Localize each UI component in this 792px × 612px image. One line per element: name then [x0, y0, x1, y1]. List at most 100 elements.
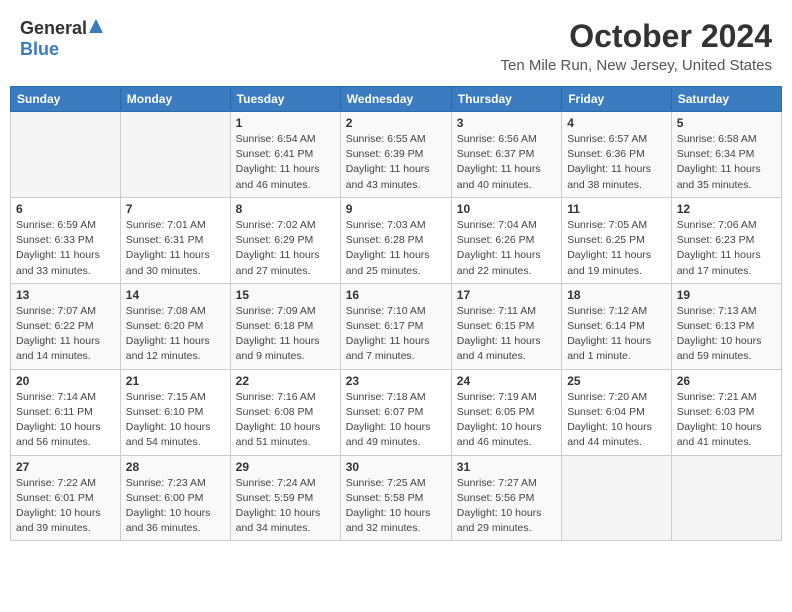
- day-info: Sunrise: 7:21 AM Sunset: 6:03 PM Dayligh…: [677, 390, 776, 451]
- calendar-cell: 22 Sunrise: 7:16 AM Sunset: 6:08 PM Dayli…: [230, 369, 340, 455]
- day-info: Sunrise: 7:13 AM Sunset: 6:13 PM Dayligh…: [677, 304, 776, 365]
- calendar-cell: 20 Sunrise: 7:14 AM Sunset: 6:11 PM Dayli…: [11, 369, 121, 455]
- day-info: Sunrise: 6:54 AM Sunset: 6:41 PM Dayligh…: [236, 132, 335, 193]
- calendar-cell: 7Sunrise: 7:01 AM Sunset: 6:31 PM Daylig…: [120, 197, 230, 283]
- calendar-cell: 6 Sunrise: 6:59 AM Sunset: 6:33 PM Daylig…: [11, 197, 121, 283]
- calendar-cell: 30 Sunrise: 7:25 AM Sunset: 5:58 PM Dayli…: [340, 455, 451, 541]
- calendar-cell: 28 Sunrise: 7:23 AM Sunset: 6:00 PM Dayli…: [120, 455, 230, 541]
- calendar-cell: 14Sunrise: 7:08 AM Sunset: 6:20 PM Dayli…: [120, 283, 230, 369]
- day-info: Sunrise: 7:20 AM Sunset: 6:04 PM Dayligh…: [567, 390, 666, 451]
- day-info: Sunrise: 7:23 AM Sunset: 6:00 PM Dayligh…: [126, 476, 225, 537]
- calendar-cell: [562, 455, 672, 541]
- calendar-cell: 5 Sunrise: 6:58 AM Sunset: 6:34 PM Daylig…: [671, 112, 781, 198]
- calendar-cell: 4 Sunrise: 6:57 AM Sunset: 6:36 PM Daylig…: [562, 112, 672, 198]
- day-number: 7: [126, 202, 225, 216]
- day-number: 3: [457, 116, 556, 130]
- calendar-cell: 24 Sunrise: 7:19 AM Sunset: 6:05 PM Dayli…: [451, 369, 561, 455]
- day-info: Sunrise: 7:18 AM Sunset: 6:07 PM Dayligh…: [346, 390, 446, 451]
- calendar-cell: 8 Sunrise: 7:02 AM Sunset: 6:29 PM Daylig…: [230, 197, 340, 283]
- day-number: 11: [567, 202, 666, 216]
- day-number: 30: [346, 460, 446, 474]
- day-info: Sunrise: 7:03 AM Sunset: 6:28 PM Dayligh…: [346, 218, 446, 279]
- calendar-cell: 25 Sunrise: 7:20 AM Sunset: 6:04 PM Dayli…: [562, 369, 672, 455]
- day-number: 8: [236, 202, 335, 216]
- day-number: 10: [457, 202, 556, 216]
- day-info: Sunrise: 7:06 AM Sunset: 6:23 PM Dayligh…: [677, 218, 776, 279]
- day-info: Sunrise: 7:11 AM Sunset: 6:15 PM Dayligh…: [457, 304, 556, 365]
- day-number: 29: [236, 460, 335, 474]
- day-of-week-header: Friday: [562, 87, 672, 112]
- day-info: Sunrise: 7:05 AM Sunset: 6:25 PM Dayligh…: [567, 218, 666, 279]
- day-info: Sunrise: 7:12 AM Sunset: 6:14 PM Dayligh…: [567, 304, 666, 365]
- calendar-week-row: 6 Sunrise: 6:59 AM Sunset: 6:33 PM Daylig…: [11, 197, 782, 283]
- day-info: Sunrise: 7:14 AM Sunset: 6:11 PM Dayligh…: [16, 390, 115, 451]
- page-header: General Blue October 2024 Ten Mile Run, …: [10, 10, 782, 78]
- day-info: Sunrise: 7:25 AM Sunset: 5:58 PM Dayligh…: [346, 476, 446, 537]
- day-of-week-header: Monday: [120, 87, 230, 112]
- calendar-week-row: 20 Sunrise: 7:14 AM Sunset: 6:11 PM Dayli…: [11, 369, 782, 455]
- calendar-cell: 12Sunrise: 7:06 AM Sunset: 6:23 PM Dayli…: [671, 197, 781, 283]
- day-number: 1: [236, 116, 335, 130]
- logo-blue-text: Blue: [20, 39, 59, 59]
- day-number: 28: [126, 460, 225, 474]
- day-info: Sunrise: 6:55 AM Sunset: 6:39 PM Dayligh…: [346, 132, 446, 193]
- calendar-cell: 18 Sunrise: 7:12 AM Sunset: 6:14 PM Dayli…: [562, 283, 672, 369]
- day-info: Sunrise: 7:10 AM Sunset: 6:17 PM Dayligh…: [346, 304, 446, 365]
- calendar-cell: 15Sunrise: 7:09 AM Sunset: 6:18 PM Dayli…: [230, 283, 340, 369]
- calendar-cell: 27 Sunrise: 7:22 AM Sunset: 6:01 PM Dayli…: [11, 455, 121, 541]
- calendar-week-row: 1 Sunrise: 6:54 AM Sunset: 6:41 PM Daylig…: [11, 112, 782, 198]
- day-number: 26: [677, 374, 776, 388]
- calendar-cell: 13 Sunrise: 7:07 AM Sunset: 6:22 PM Dayli…: [11, 283, 121, 369]
- day-number: 9: [346, 202, 446, 216]
- day-number: 6: [16, 202, 115, 216]
- day-info: Sunrise: 7:22 AM Sunset: 6:01 PM Dayligh…: [16, 476, 115, 537]
- calendar-cell: [671, 455, 781, 541]
- day-info: Sunrise: 7:19 AM Sunset: 6:05 PM Dayligh…: [457, 390, 556, 451]
- day-number: 19: [677, 288, 776, 302]
- day-number: 20: [16, 374, 115, 388]
- day-number: 23: [346, 374, 446, 388]
- calendar-header-row: SundayMondayTuesdayWednesdayThursdayFrid…: [11, 87, 782, 112]
- calendar-cell: 11 Sunrise: 7:05 AM Sunset: 6:25 PM Dayli…: [562, 197, 672, 283]
- day-number: 13: [16, 288, 115, 302]
- day-number: 2: [346, 116, 446, 130]
- day-number: 17: [457, 288, 556, 302]
- day-number: 31: [457, 460, 556, 474]
- day-number: 21: [126, 374, 225, 388]
- logo: General Blue: [20, 18, 103, 60]
- day-number: 14: [126, 288, 225, 302]
- day-of-week-header: Tuesday: [230, 87, 340, 112]
- calendar-cell: 2 Sunrise: 6:55 AM Sunset: 6:39 PM Daylig…: [340, 112, 451, 198]
- calendar-cell: 3Sunrise: 6:56 AM Sunset: 6:37 PM Daylig…: [451, 112, 561, 198]
- day-number: 25: [567, 374, 666, 388]
- day-of-week-header: Sunday: [11, 87, 121, 112]
- day-info: Sunrise: 6:59 AM Sunset: 6:33 PM Dayligh…: [16, 218, 115, 279]
- day-number: 27: [16, 460, 115, 474]
- day-info: Sunrise: 7:15 AM Sunset: 6:10 PM Dayligh…: [126, 390, 225, 451]
- day-info: Sunrise: 7:07 AM Sunset: 6:22 PM Dayligh…: [16, 304, 115, 365]
- day-info: Sunrise: 7:16 AM Sunset: 6:08 PM Dayligh…: [236, 390, 335, 451]
- day-number: 24: [457, 374, 556, 388]
- day-number: 5: [677, 116, 776, 130]
- day-info: Sunrise: 7:09 AM Sunset: 6:18 PM Dayligh…: [236, 304, 335, 365]
- title-block: October 2024 Ten Mile Run, New Jersey, U…: [500, 18, 772, 74]
- calendar-cell: 1 Sunrise: 6:54 AM Sunset: 6:41 PM Daylig…: [230, 112, 340, 198]
- calendar-week-row: 13 Sunrise: 7:07 AM Sunset: 6:22 PM Dayli…: [11, 283, 782, 369]
- logo-general-text: General: [20, 18, 87, 39]
- day-number: 22: [236, 374, 335, 388]
- day-info: Sunrise: 7:02 AM Sunset: 6:29 PM Dayligh…: [236, 218, 335, 279]
- day-info: Sunrise: 7:24 AM Sunset: 5:59 PM Dayligh…: [236, 476, 335, 537]
- calendar-cell: [11, 112, 121, 198]
- calendar-cell: 29 Sunrise: 7:24 AM Sunset: 5:59 PM Dayli…: [230, 455, 340, 541]
- calendar-cell: [120, 112, 230, 198]
- logo-triangle-icon: [89, 19, 103, 38]
- day-info: Sunrise: 6:58 AM Sunset: 6:34 PM Dayligh…: [677, 132, 776, 193]
- day-number: 18: [567, 288, 666, 302]
- day-of-week-header: Thursday: [451, 87, 561, 112]
- calendar-cell: 19 Sunrise: 7:13 AM Sunset: 6:13 PM Dayli…: [671, 283, 781, 369]
- calendar-cell: 31Sunrise: 7:27 AM Sunset: 5:56 PM Dayli…: [451, 455, 561, 541]
- day-number: 4: [567, 116, 666, 130]
- calendar-table: SundayMondayTuesdayWednesdayThursdayFrid…: [10, 86, 782, 541]
- calendar-cell: 10Sunrise: 7:04 AM Sunset: 6:26 PM Dayli…: [451, 197, 561, 283]
- day-info: Sunrise: 6:57 AM Sunset: 6:36 PM Dayligh…: [567, 132, 666, 193]
